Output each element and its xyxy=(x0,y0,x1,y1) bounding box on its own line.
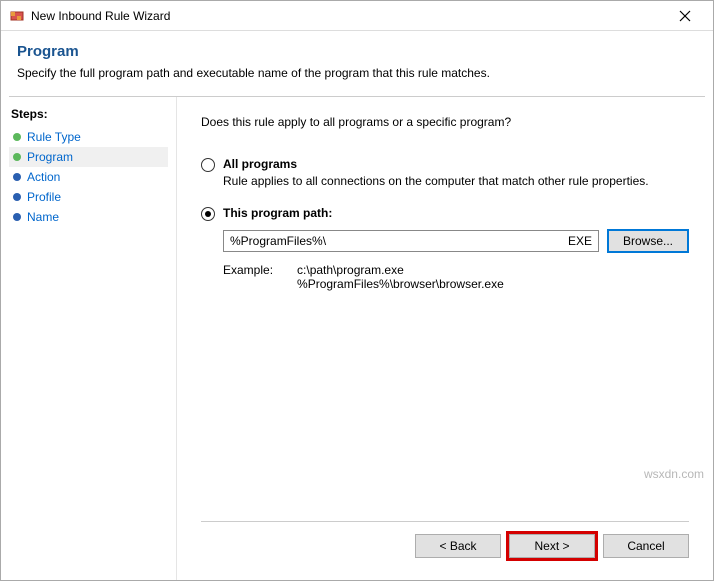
next-button[interactable]: Next > xyxy=(509,534,595,558)
bullet-icon xyxy=(13,133,21,141)
titlebar: New Inbound Rule Wizard xyxy=(1,1,713,31)
radio-program-path[interactable] xyxy=(201,207,215,221)
window-title: New Inbound Rule Wizard xyxy=(31,9,665,23)
main-panel: Does this rule apply to all programs or … xyxy=(177,97,713,580)
radio-program-path-label: This program path: xyxy=(223,206,332,220)
step-action[interactable]: Action xyxy=(9,167,168,187)
bullet-icon xyxy=(13,193,21,201)
back-button[interactable]: < Back xyxy=(415,534,501,558)
steps-sidebar: Steps: Rule Type Program Action Profile … xyxy=(1,97,177,580)
page-subtitle: Specify the full program path and execut… xyxy=(17,66,697,80)
radio-all-programs[interactable] xyxy=(201,158,215,172)
button-row: < Back Next > Cancel xyxy=(201,534,689,568)
close-icon xyxy=(679,10,691,22)
example-label: Example: xyxy=(223,263,273,291)
button-divider xyxy=(201,521,689,522)
browse-button[interactable]: Browse... xyxy=(607,229,689,253)
steps-label: Steps: xyxy=(9,107,168,121)
step-rule-type[interactable]: Rule Type xyxy=(9,127,168,147)
wizard-header: Program Specify the full program path an… xyxy=(1,31,713,96)
bullet-icon xyxy=(13,153,21,161)
step-profile[interactable]: Profile xyxy=(9,187,168,207)
firewall-icon xyxy=(9,8,25,24)
step-program[interactable]: Program xyxy=(9,147,168,167)
example-line-1: c:\path\program.exe xyxy=(297,263,504,277)
bullet-icon xyxy=(13,213,21,221)
example-line-2: %ProgramFiles%\browser\browser.exe xyxy=(297,277,504,291)
step-link[interactable]: Program xyxy=(27,150,73,164)
cancel-button[interactable]: Cancel xyxy=(603,534,689,558)
close-button[interactable] xyxy=(665,2,705,30)
step-link[interactable]: Action xyxy=(27,170,60,184)
step-link[interactable]: Profile xyxy=(27,190,61,204)
bullet-icon xyxy=(13,173,21,181)
program-path-value: %ProgramFiles%\ xyxy=(230,234,568,248)
radio-all-programs-desc: Rule applies to all connections on the c… xyxy=(223,174,689,188)
watermark: wsxdn.com xyxy=(644,467,704,481)
page-title: Program xyxy=(17,43,697,60)
program-path-ext-hint: EXE xyxy=(568,234,592,248)
question-text: Does this rule apply to all programs or … xyxy=(201,115,689,129)
step-name[interactable]: Name xyxy=(9,207,168,227)
program-path-input[interactable]: %ProgramFiles%\ EXE xyxy=(223,230,599,252)
radio-all-programs-label: All programs xyxy=(223,157,297,171)
step-link[interactable]: Name xyxy=(27,210,59,224)
step-link[interactable]: Rule Type xyxy=(27,130,81,144)
